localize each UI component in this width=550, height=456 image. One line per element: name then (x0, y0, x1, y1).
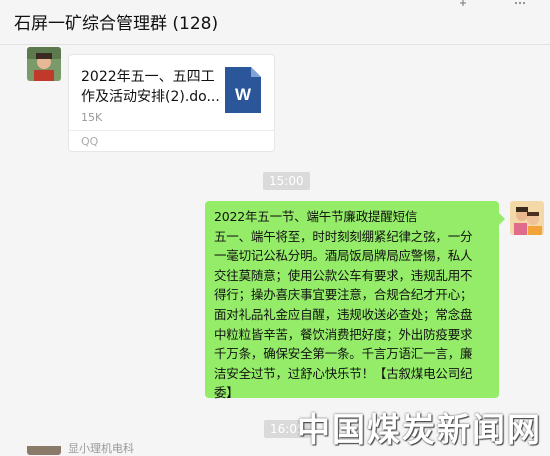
timestamp: 15:00 (263, 172, 310, 190)
message-line: 委】 (214, 385, 239, 401)
message-line: 千万条，确保安全第一条。千言万语汇一言，廉 (214, 346, 473, 362)
message-line: 面对礼品礼金应自醒，违规收送必查处；常念盘 (214, 306, 473, 322)
message-line: 五一、端午将至，时时刻刻绷紧纪律之弦，一分 (214, 228, 473, 244)
chat-title: 石屏一矿综合管理群 (128) (14, 14, 219, 34)
message-line: 交往莫随意；使用公款公车有要求，违规乱用不 (214, 267, 473, 283)
message-line: 一毫切记公私分明。酒局饭局牌局应警惕，私人 (214, 248, 473, 264)
chat-header: 石屏一矿综合管理群 (128) (0, 0, 550, 45)
self-avatar[interactable] (510, 201, 544, 235)
word-file-icon: W (225, 67, 261, 113)
pin-icon[interactable] (455, 0, 471, 8)
message-line: 洁安全过节，过舒心快乐节！【古叙煤电公司纪 (214, 365, 473, 381)
file-message-card[interactable]: 2022年五一、五四工作及活动安排(2).do... W 15K QQ (68, 54, 275, 152)
site-watermark: 中国煤炭新闻网 (297, 410, 542, 449)
next-sender-name: 显小理机电科 (68, 442, 134, 455)
bubble-tail (499, 213, 505, 225)
file-card-divider (69, 130, 274, 131)
text-message-bubble[interactable]: 2022年五一节、端午节廉政提醒短信 五一、端午将至，时时刻刻绷紧纪律之弦，一分… (205, 201, 499, 400)
more-icon[interactable] (512, 0, 528, 8)
file-source: QQ (81, 135, 99, 148)
message-line: 2022年五一节、端午节廉政提醒短信 (214, 209, 418, 224)
message-line: 得行；操办喜庆事宜要注意，合规合纪才开心； (214, 287, 473, 303)
next-sender-avatar[interactable] (27, 443, 61, 455)
file-size: 15K (81, 111, 103, 124)
message-line: 中粒粒皆辛苦，餐饮消费把好度；外出防疫要求 (214, 326, 473, 342)
word-icon-letter: W (235, 85, 252, 104)
sender-avatar[interactable] (27, 47, 61, 81)
file-name: 2022年五一、五四工作及活动安排(2).do... (81, 69, 220, 105)
